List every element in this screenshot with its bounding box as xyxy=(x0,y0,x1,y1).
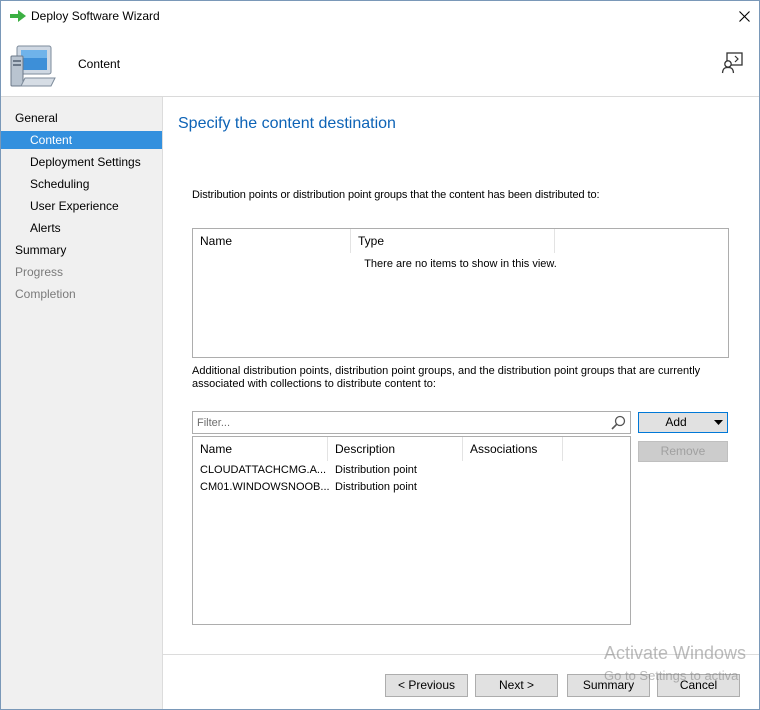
list-header: Name Type xyxy=(193,229,728,253)
filter-box[interactable] xyxy=(192,411,631,434)
green-arrow-icon xyxy=(10,10,26,22)
sidebar-item-completion: Completion xyxy=(15,287,76,301)
activation-watermark-title: Activate Windows xyxy=(604,643,747,663)
wizard-main-panel: Specify the content destination Distribu… xyxy=(163,97,759,709)
sidebar-item-alerts[interactable]: Alerts xyxy=(1,219,162,237)
row-name: CLOUDATTACHCMG.A... xyxy=(200,464,327,476)
empty-list-message: There are no items to show in this view. xyxy=(364,258,557,270)
header-title: Content xyxy=(78,57,121,71)
row-description: Distribution point xyxy=(335,464,417,476)
help-person-icon[interactable] xyxy=(721,51,745,75)
next-button[interactable]: Next > xyxy=(475,674,558,697)
sidebar-item-summary[interactable]: Summary xyxy=(1,241,162,259)
wizard-steps-sidebar: General Content Deployment Settings Sche… xyxy=(1,97,163,709)
computer-icon xyxy=(10,45,56,87)
list-header: Name Description Associations xyxy=(193,437,630,461)
row-name: CM01.WINDOWSNOOB... xyxy=(200,481,330,493)
filter-input[interactable] xyxy=(195,413,609,432)
search-icon[interactable] xyxy=(611,415,626,430)
column-header-description[interactable]: Description xyxy=(328,437,463,461)
sidebar-item-scheduling[interactable]: Scheduling xyxy=(1,175,162,193)
sidebar-item-general[interactable]: General xyxy=(1,109,162,127)
sidebar-item-content[interactable]: Content xyxy=(1,131,162,149)
page-title: Specify the content destination xyxy=(178,115,396,132)
sidebar-item-deployment-settings[interactable]: Deployment Settings xyxy=(1,153,162,171)
remove-button: Remove xyxy=(638,441,728,462)
additional-list-label: Additional distribution points, distribu… xyxy=(192,365,701,390)
wizard-window: Deploy Software Wizard Content General C… xyxy=(0,0,760,710)
table-row[interactable]: CLOUDATTACHCMG.A... Distribution point xyxy=(193,462,630,479)
window-title: Deploy Software Wizard xyxy=(31,9,160,23)
column-header-type[interactable]: Type xyxy=(351,229,555,253)
close-icon xyxy=(738,11,750,22)
distributed-list[interactable]: Name Type There are no items to show in … xyxy=(192,228,729,358)
dropdown-arrow-icon xyxy=(714,420,723,425)
sidebar-item-progress: Progress xyxy=(15,265,64,279)
table-row[interactable]: CM01.WINDOWSNOOB... Distribution point xyxy=(193,479,630,496)
column-header-name[interactable]: Name xyxy=(193,437,328,461)
column-header-associations[interactable]: Associations xyxy=(463,437,563,461)
add-dropdown-button[interactable]: Add xyxy=(638,412,728,433)
distributed-list-label: Distribution points or distribution poin… xyxy=(192,189,600,201)
wizard-header: Content xyxy=(1,32,759,97)
sidebar-item-user-experience[interactable]: User Experience xyxy=(1,197,162,215)
column-header-name[interactable]: Name xyxy=(193,229,351,253)
activation-watermark-subtitle: Go to Settings to activa xyxy=(604,668,739,683)
previous-button[interactable]: < Previous xyxy=(385,674,468,697)
close-button[interactable] xyxy=(729,1,759,32)
title-bar[interactable]: Deploy Software Wizard xyxy=(1,1,759,32)
row-description: Distribution point xyxy=(335,481,417,493)
additional-list[interactable]: Name Description Associations CLOUDATTAC… xyxy=(192,436,631,625)
add-button-label: Add xyxy=(665,415,687,429)
